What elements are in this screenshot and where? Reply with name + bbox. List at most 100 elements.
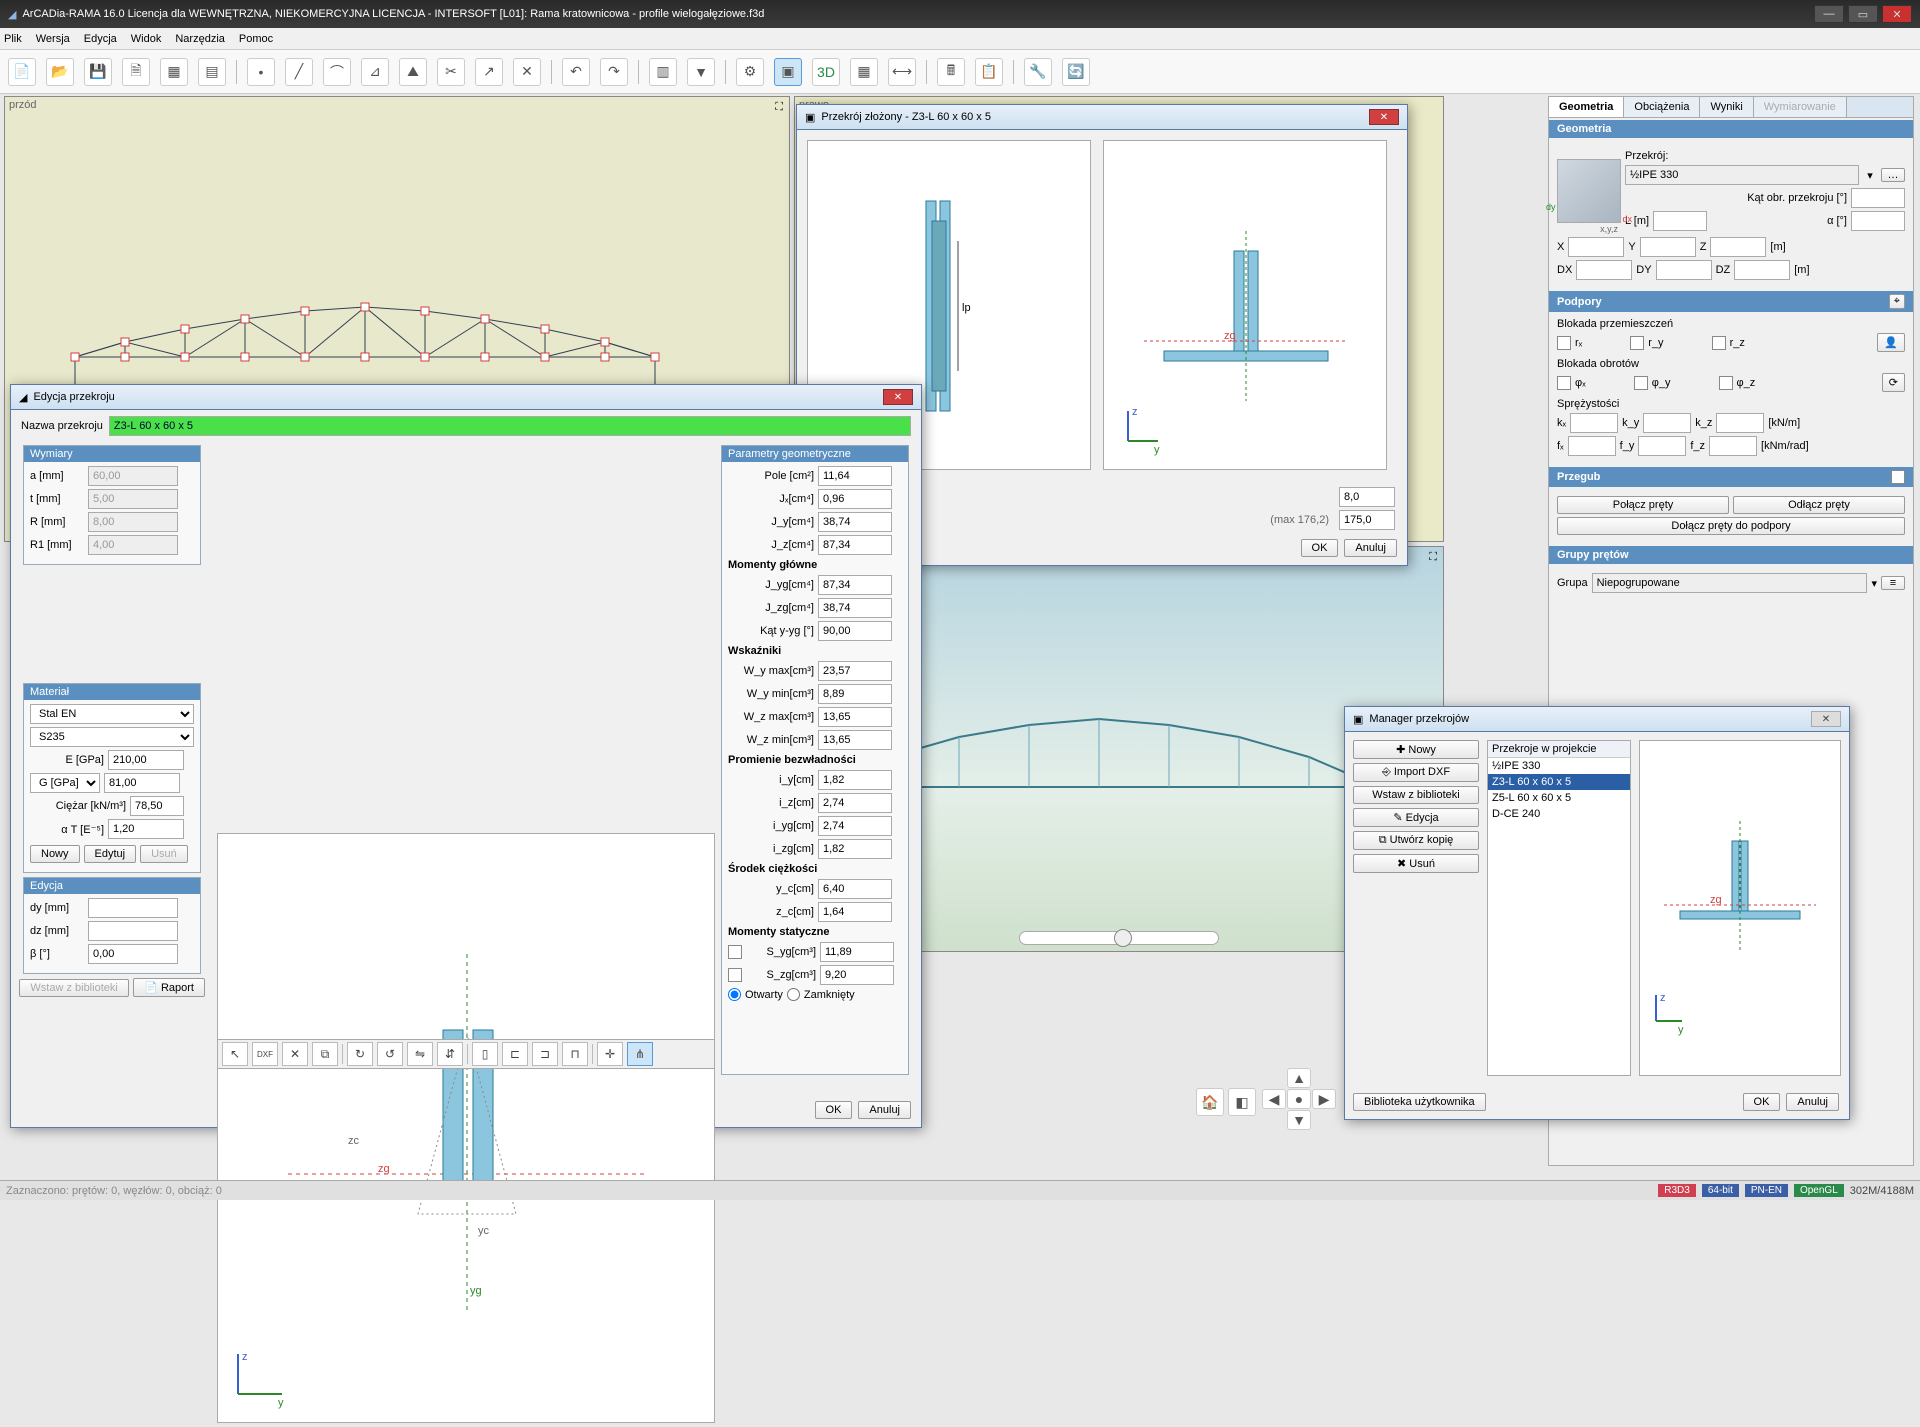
iy-input[interactable] bbox=[818, 770, 892, 790]
dialog-mgr-title[interactable]: ▣ Manager przekrojów ✕ bbox=[1345, 707, 1849, 732]
przegub-toggle[interactable] bbox=[1891, 470, 1905, 484]
dxf-tool-icon[interactable]: DXF bbox=[252, 1042, 278, 1066]
new-icon[interactable]: 📄 bbox=[8, 58, 36, 86]
z-input[interactable] bbox=[1710, 237, 1766, 257]
fy-input[interactable] bbox=[1638, 436, 1686, 456]
kz-input[interactable] bbox=[1716, 413, 1764, 433]
edy-dy-input[interactable] bbox=[88, 898, 178, 918]
polacz-button[interactable]: Połącz pręty bbox=[1557, 496, 1729, 514]
mgr-list[interactable]: Przekroje w projekcie ½IPE 330 Z3-L 60 x… bbox=[1487, 740, 1631, 1076]
zc-input[interactable] bbox=[818, 902, 892, 922]
cube-icon[interactable]: ◧ bbox=[1228, 1088, 1256, 1116]
kx-input[interactable] bbox=[1570, 413, 1618, 433]
align4-icon[interactable]: ⊓ bbox=[562, 1042, 588, 1066]
yc-input[interactable] bbox=[818, 879, 892, 899]
katyyg-input[interactable] bbox=[818, 621, 892, 641]
jyg-input[interactable] bbox=[818, 575, 892, 595]
G-select[interactable]: G [GPa] bbox=[30, 773, 100, 793]
L-input[interactable] bbox=[1653, 211, 1707, 231]
center-icon[interactable]: ✛ bbox=[597, 1042, 623, 1066]
save-icon[interactable]: 💾 bbox=[84, 58, 112, 86]
radio-zamkniety[interactable] bbox=[787, 988, 800, 1001]
dialog-mgr-close-button[interactable]: ✕ bbox=[1811, 711, 1841, 727]
mirror-h-icon[interactable]: ⇋ bbox=[407, 1042, 433, 1066]
minimize-button[interactable]: — bbox=[1814, 5, 1844, 23]
menu-widok[interactable]: Widok bbox=[131, 33, 162, 45]
tab-wyniki[interactable]: Wyniki bbox=[1700, 97, 1753, 117]
material-group-select[interactable]: Stal EN bbox=[30, 704, 194, 724]
del-tool-icon[interactable]: ✕ bbox=[282, 1042, 308, 1066]
home-icon[interactable]: 🏠 bbox=[1196, 1088, 1224, 1116]
lp-input[interactable] bbox=[1339, 510, 1395, 530]
cut-icon[interactable]: ✂ bbox=[437, 58, 465, 86]
grupa-list-button[interactable]: ≡ bbox=[1881, 576, 1905, 590]
close-button[interactable]: ✕ bbox=[1882, 5, 1912, 23]
pz-ok-button[interactable]: OK bbox=[1301, 539, 1339, 557]
izg-input[interactable] bbox=[818, 839, 892, 859]
mgr-ok-button[interactable]: OK bbox=[1743, 1093, 1781, 1111]
mgr-kopia-button[interactable]: ⧉ Utwórz kopię bbox=[1353, 831, 1479, 850]
menu-wersja[interactable]: Wersja bbox=[36, 33, 70, 45]
branch-icon[interactable]: ⋔ bbox=[627, 1042, 653, 1066]
menu-pomoc[interactable]: Pomoc bbox=[239, 33, 273, 45]
menu-narzedzia[interactable]: Narzędzia bbox=[175, 33, 225, 45]
tab-geometria[interactable]: Geometria bbox=[1549, 97, 1624, 117]
jzg-input[interactable] bbox=[818, 598, 892, 618]
list-item[interactable]: D-CE 240 bbox=[1488, 806, 1630, 822]
ep-cancel-button[interactable]: Anuluj bbox=[858, 1101, 911, 1119]
layer-icon[interactable]: ▤ bbox=[198, 58, 226, 86]
edy-dz-input[interactable] bbox=[88, 921, 178, 941]
mgr-wstaw-button[interactable]: Wstaw z biblioteki bbox=[1353, 786, 1479, 804]
check-phiz[interactable] bbox=[1719, 376, 1733, 390]
radio-otwarty[interactable] bbox=[728, 988, 741, 1001]
delete-icon[interactable]: ✕ bbox=[513, 58, 541, 86]
check-phix[interactable] bbox=[1557, 376, 1571, 390]
list-item[interactable]: ½IPE 330 bbox=[1488, 758, 1630, 774]
dialog-ep-title[interactable]: ◢ Edycja przekroju ✕ bbox=[11, 385, 921, 410]
podpory-pick-button[interactable]: ⌖ bbox=[1889, 294, 1905, 309]
align1-icon[interactable]: ▯ bbox=[472, 1042, 498, 1066]
arc-icon[interactable]: ⌒ bbox=[323, 58, 351, 86]
check-ry[interactable] bbox=[1630, 336, 1644, 350]
copy-tool-icon[interactable]: ⧉ bbox=[312, 1042, 338, 1066]
mat-nowy-button[interactable]: Nowy bbox=[30, 845, 80, 863]
syg-input[interactable] bbox=[820, 942, 894, 962]
dialog-pz-title[interactable]: ▣ Przekrój złożony - Z3-L 60 x 60 x 5 ✕ bbox=[797, 105, 1407, 130]
nav-up-icon[interactable]: ▲ bbox=[1287, 1068, 1311, 1088]
ep-ok-button[interactable]: OK bbox=[815, 1101, 853, 1119]
fz-input[interactable] bbox=[1709, 436, 1757, 456]
check-szg[interactable] bbox=[728, 968, 742, 982]
model-icon[interactable]: ▥ bbox=[649, 58, 677, 86]
E-input[interactable] bbox=[108, 750, 184, 770]
view2d-icon[interactable]: ▣ bbox=[774, 58, 802, 86]
pz-cancel-button[interactable]: Anuluj bbox=[1344, 539, 1397, 557]
pole-input[interactable] bbox=[818, 466, 892, 486]
przekroj-select[interactable] bbox=[1625, 165, 1859, 185]
member-icon[interactable]: ╱ bbox=[285, 58, 313, 86]
dialog-pz-close-button[interactable]: ✕ bbox=[1369, 109, 1399, 125]
alpha-input[interactable] bbox=[1851, 211, 1905, 231]
calc-icon[interactable]: ⚙ bbox=[736, 58, 764, 86]
dx-input[interactable] bbox=[1576, 260, 1632, 280]
move-icon[interactable]: ↗ bbox=[475, 58, 503, 86]
open-icon[interactable]: 📂 bbox=[46, 58, 74, 86]
check-rz[interactable] bbox=[1712, 336, 1726, 350]
jz-input[interactable] bbox=[818, 535, 892, 555]
ciezar-input[interactable] bbox=[130, 796, 184, 816]
redo-icon[interactable]: ↷ bbox=[600, 58, 628, 86]
mat-edytuj-button[interactable]: Edytuj bbox=[84, 845, 137, 863]
mgr-cancel-button[interactable]: Anuluj bbox=[1786, 1093, 1839, 1111]
calc2-icon[interactable]: 🖩 bbox=[937, 58, 965, 86]
mirror-v-icon[interactable]: ⇵ bbox=[437, 1042, 463, 1066]
dialog-ep-close-button[interactable]: ✕ bbox=[883, 389, 913, 405]
support-rot-button[interactable]: ⟳ bbox=[1882, 373, 1905, 392]
mgr-edycja-button[interactable]: ✎ Edycja bbox=[1353, 808, 1479, 827]
menu-plik[interactable]: Plik bbox=[4, 33, 22, 45]
rot-ccw-icon[interactable]: ↺ bbox=[377, 1042, 403, 1066]
jx-input[interactable] bbox=[818, 489, 892, 509]
align3-icon[interactable]: ⊐ bbox=[532, 1042, 558, 1066]
fx-input[interactable] bbox=[1568, 436, 1616, 456]
x-input[interactable] bbox=[1568, 237, 1624, 257]
wzmax-input[interactable] bbox=[818, 707, 892, 727]
mgr-usun-button[interactable]: ✖ Usuń bbox=[1353, 854, 1479, 873]
